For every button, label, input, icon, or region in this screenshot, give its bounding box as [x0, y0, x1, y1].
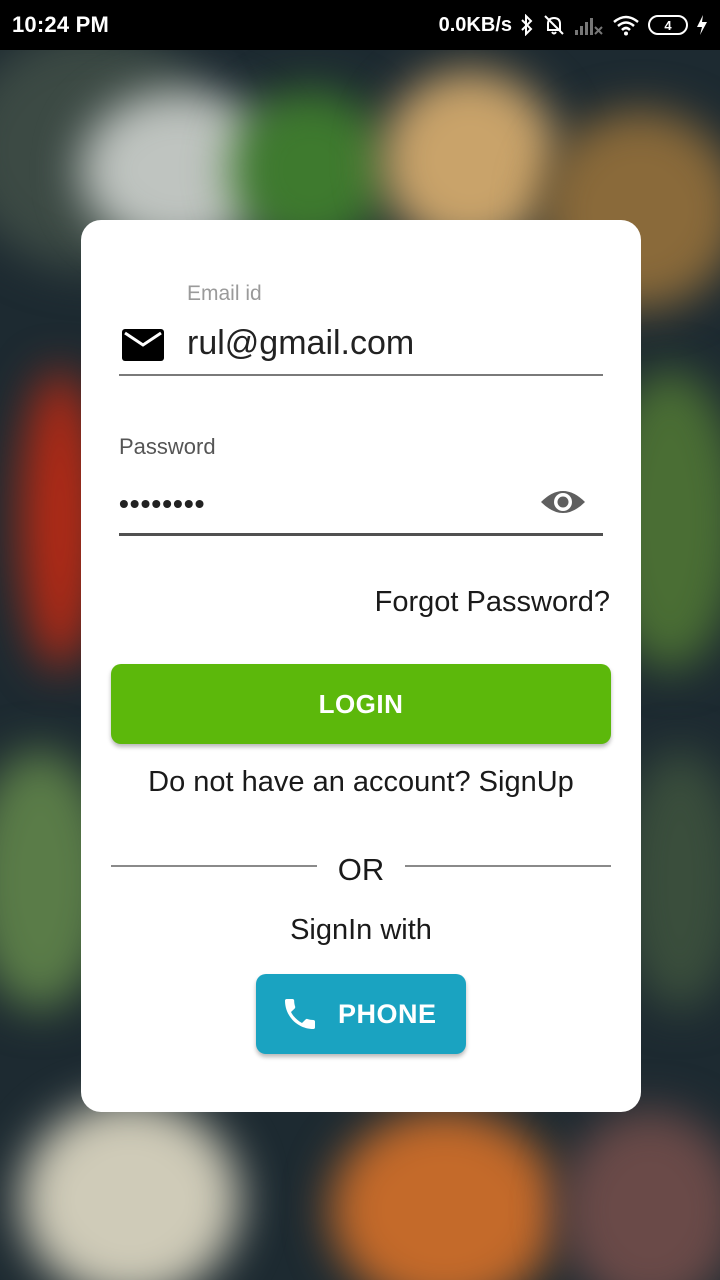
wifi-icon	[612, 14, 640, 36]
signin-with-label: SignIn with	[290, 914, 432, 946]
email-underline	[119, 374, 603, 376]
password-label: Password	[119, 434, 216, 459]
bluetooth-icon	[520, 14, 534, 36]
phone-icon	[280, 994, 320, 1034]
email-field[interactable]: rul@gmail.com	[187, 324, 414, 363]
divider-right	[405, 865, 611, 867]
eye-icon[interactable]	[539, 484, 587, 525]
signal-icon	[574, 14, 604, 36]
battery-level: 4	[664, 17, 672, 33]
email-label: Email id	[187, 282, 262, 305]
status-icons: 0.0KB/s 4	[439, 13, 708, 37]
password-underline	[119, 533, 603, 536]
or-text: OR	[337, 852, 385, 887]
charging-icon	[696, 14, 708, 36]
login-card: Email id rul@gmail.com Password ••••••••…	[81, 220, 641, 1112]
phone-button-label: PHONE	[338, 998, 437, 1029]
forgot-password-link[interactable]: Forgot Password?	[375, 586, 610, 619]
network-speed: 0.0KB/s	[438, 13, 512, 36]
signup-link[interactable]: Do not have an account? SignUp	[81, 766, 641, 799]
login-button[interactable]: LOGIN	[111, 664, 611, 744]
password-field[interactable]: ••••••••	[119, 488, 205, 520]
phone-signin-button[interactable]: PHONE	[256, 974, 466, 1054]
mail-icon	[121, 328, 165, 367]
status-bar: 10:24 PM 0.0KB/s 4	[0, 0, 720, 50]
divider-left	[111, 865, 317, 867]
battery-icon: 4	[648, 15, 688, 35]
status-time: 10:24 PM	[12, 12, 109, 37]
mute-bell-icon	[542, 13, 566, 37]
